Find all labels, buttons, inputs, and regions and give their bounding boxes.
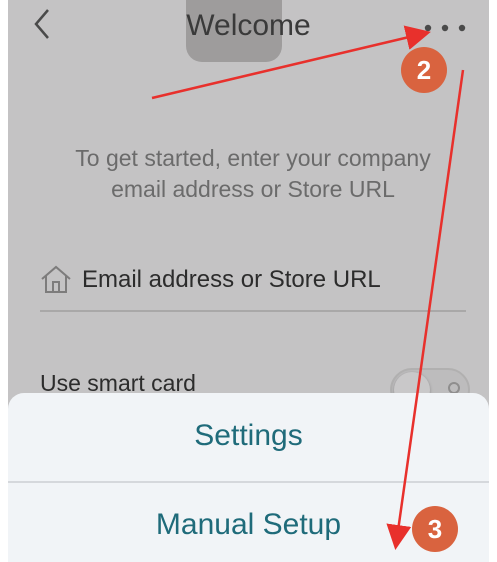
intro-instructions: To get started, enter your company email… <box>75 145 431 202</box>
settings-option[interactable]: Settings <box>8 393 489 479</box>
more-options-button[interactable] <box>418 18 474 38</box>
ellipsis-icon <box>424 24 466 32</box>
email-field[interactable]: Email address or Store URL <box>40 258 466 312</box>
step-badge-3: 3 <box>412 506 458 552</box>
email-input-placeholder[interactable]: Email address or Store URL <box>82 264 381 296</box>
step-badge-2: 2 <box>401 47 447 93</box>
page-title: Welcome <box>186 9 311 42</box>
home-icon <box>41 265 71 293</box>
screen: Welcome To get started, enter your compa… <box>0 0 497 562</box>
